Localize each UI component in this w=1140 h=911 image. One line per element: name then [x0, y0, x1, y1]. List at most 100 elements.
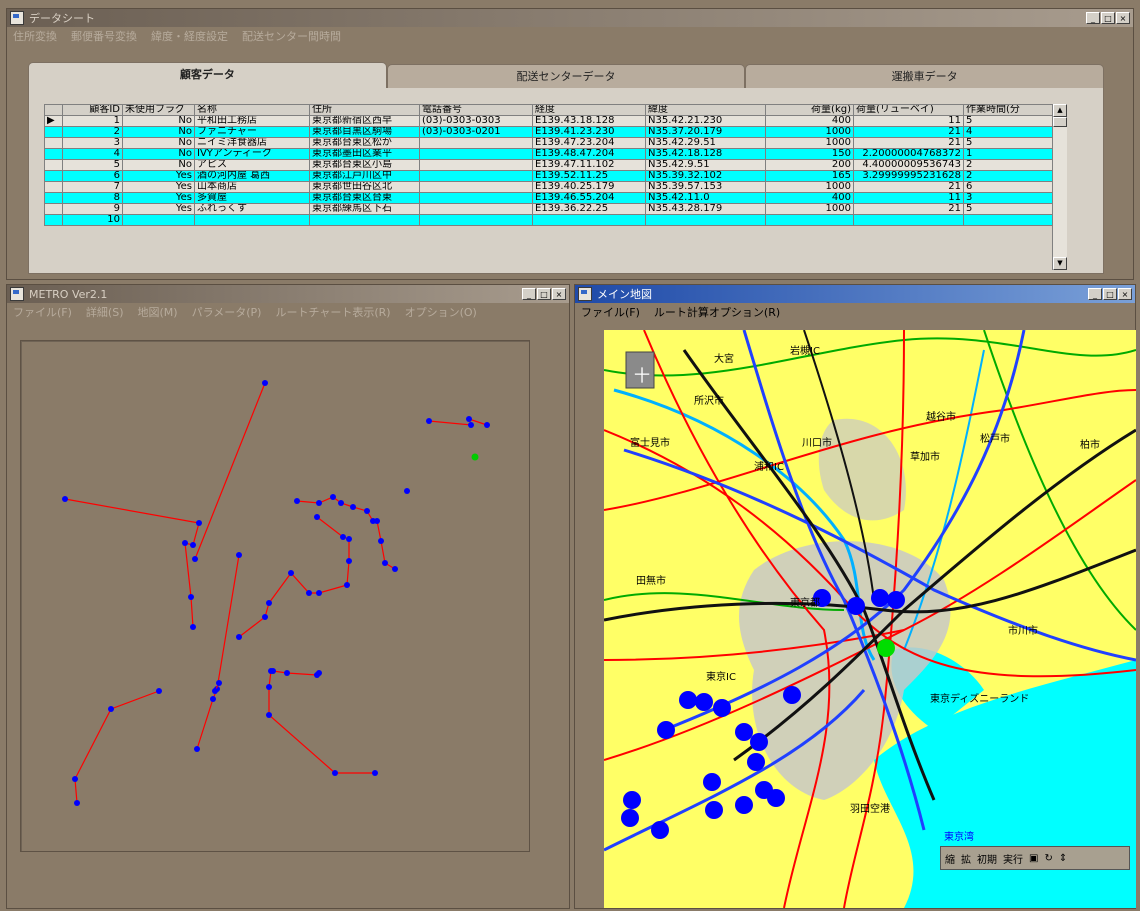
table-cell[interactable] — [419, 137, 533, 149]
current-row-indicator-icon[interactable]: ▶ — [44, 115, 63, 127]
execute-button[interactable]: 実行 — [1003, 851, 1023, 866]
row-selector[interactable] — [44, 137, 63, 149]
row-selector[interactable] — [44, 170, 63, 182]
table-cell[interactable]: 1000 — [765, 126, 854, 138]
table-cell[interactable] — [419, 203, 533, 215]
table-cell[interactable]: 11 — [853, 115, 964, 127]
menu-file[interactable]: ファイル(F) — [13, 304, 72, 320]
table-cell[interactable]: N35.42.29.51 — [645, 137, 766, 149]
table-cell[interactable]: No — [122, 159, 195, 171]
table-cell[interactable]: No — [122, 137, 195, 149]
table-cell[interactable] — [419, 192, 533, 204]
menu-latlon-set[interactable]: 緯度・経度設定 — [151, 28, 228, 44]
table-cell[interactable]: 3 — [963, 192, 1053, 204]
table-row[interactable]: 7 Yes 山本商店 東京都世田谷区北 E139.40.25.179 N35.39.57.… — [44, 181, 1053, 193]
table-cell[interactable]: ニイミ洋食器店 — [194, 137, 310, 149]
table-cell[interactable]: 2.20000004768372 — [853, 148, 964, 160]
menu-file[interactable]: ファイル(F) — [581, 304, 640, 320]
table-cell[interactable]: 200 — [765, 159, 854, 171]
table-cell[interactable]: 東京都新宿区西早 — [309, 115, 420, 127]
table-cell[interactable]: E139.47.23.204 — [532, 137, 646, 149]
table-row[interactable]: 6 Yes 酒の河内屋 葛西 東京都江戸川区中 E139.52.11.25 N35.39.… — [44, 170, 1053, 182]
row-selector[interactable] — [44, 148, 63, 160]
table-cell[interactable]: N35.42.9.51 — [645, 159, 766, 171]
table-cell[interactable] — [419, 148, 533, 160]
column-header[interactable]: 荷量(リューベイ) — [853, 104, 964, 116]
column-header[interactable]: 緯度 — [645, 104, 766, 116]
table-cell[interactable]: 10 — [62, 214, 123, 226]
refresh-icon[interactable]: ↻ — [1044, 853, 1052, 864]
table-cell[interactable]: 東京都台東区台東 — [309, 192, 420, 204]
maximize-button[interactable]: □ — [537, 288, 551, 300]
table-cell[interactable]: 400 — [765, 115, 854, 127]
table-cell[interactable]: 東京都目黒区駒場 — [309, 126, 420, 138]
table-row[interactable]: 4 No IVYアンティーク 東京都墨田区業平 E139.48.47.204 N35.42… — [44, 148, 1053, 160]
table-cell[interactable]: 3.29999995231628 — [853, 170, 964, 182]
table-cell[interactable]: 東京都世田谷区北 — [309, 181, 420, 193]
minimize-button[interactable]: _ — [1088, 288, 1102, 300]
zoom-out-button[interactable]: 縮 — [945, 851, 955, 866]
table-cell[interactable] — [419, 170, 533, 182]
scroll-thumb[interactable] — [1053, 117, 1067, 127]
menu-zip-convert[interactable]: 郵便番号変換 — [71, 28, 137, 44]
table-row[interactable]: 10 — [44, 214, 1053, 226]
table-cell[interactable]: 5 — [62, 159, 123, 171]
table-cell[interactable]: 21 — [853, 137, 964, 149]
table-cell[interactable]: 2 — [62, 126, 123, 138]
table-cell[interactable]: No — [122, 148, 195, 160]
close-button[interactable]: × — [1118, 288, 1132, 300]
menu-route-calc-option[interactable]: ルート計算オプション(R) — [654, 304, 780, 320]
table-cell[interactable]: N35.39.32.102 — [645, 170, 766, 182]
table-cell[interactable] — [419, 181, 533, 193]
table-cell[interactable]: 2 — [963, 170, 1053, 182]
column-header[interactable]: 作業時間(分 — [963, 104, 1053, 116]
table-cell[interactable]: E139.48.47.204 — [532, 148, 646, 160]
tab-customer-data[interactable]: 顧客データ — [28, 62, 387, 89]
table-row[interactable]: 9 Yes ふれっくす 東京都練馬区下石 E139.36.22.25 N35.43.28.… — [44, 203, 1053, 215]
table-cell[interactable]: 5 — [963, 115, 1053, 127]
table-cell[interactable]: 21 — [853, 126, 964, 138]
table-cell[interactable]: 山本商店 — [194, 181, 310, 193]
menu-detail[interactable]: 詳細(S) — [86, 304, 124, 320]
table-cell[interactable]: 1000 — [765, 181, 854, 193]
table-cell[interactable]: 11 — [853, 192, 964, 204]
minimize-button[interactable]: _ — [1086, 12, 1100, 24]
table-cell[interactable]: 東京都台東区小島 — [309, 159, 420, 171]
zoom-in-button[interactable]: 拡 — [961, 851, 971, 866]
table-cell[interactable]: 酒の河内屋 葛西 — [194, 170, 310, 182]
table-scrollbar[interactable]: ▲ ▼ — [1052, 104, 1067, 270]
table-cell[interactable]: 400 — [765, 192, 854, 204]
table-cell[interactable]: Yes — [122, 170, 195, 182]
table-cell[interactable]: 5 — [963, 137, 1053, 149]
table-cell[interactable]: 東京都江戸川区中 — [309, 170, 420, 182]
menu-address-convert[interactable]: 住所変換 — [13, 28, 57, 44]
table-cell[interactable]: Yes — [122, 203, 195, 215]
reset-view-button[interactable]: 初期 — [977, 851, 997, 866]
scroll-arrows-icon[interactable]: ⇕ — [1059, 853, 1067, 864]
table-cell[interactable]: 多賀屋 — [194, 192, 310, 204]
table-cell[interactable]: 150 — [765, 148, 854, 160]
menu-map[interactable]: 地図(M) — [138, 304, 178, 320]
row-selector[interactable] — [44, 203, 63, 215]
row-selector[interactable] — [44, 192, 63, 204]
table-cell[interactable]: (03)-0303-0303 — [419, 115, 533, 127]
table-cell[interactable]: 1000 — [765, 137, 854, 149]
table-cell[interactable]: 9 — [62, 203, 123, 215]
table-cell[interactable]: 6 — [62, 170, 123, 182]
table-cell[interactable] — [419, 159, 533, 171]
table-cell[interactable]: Yes — [122, 181, 195, 193]
maximize-button[interactable]: □ — [1101, 12, 1115, 24]
table-cell[interactable]: 3 — [62, 137, 123, 149]
table-cell[interactable]: E139.52.11.25 — [532, 170, 646, 182]
tab-depot-data[interactable]: 配送センターデータ — [386, 64, 746, 89]
route-chart-titlebar[interactable]: METRO Ver2.1 _ □ × — [7, 285, 569, 303]
column-header[interactable]: 顧客ID — [62, 104, 123, 116]
table-cell[interactable]: E139.41.23.230 — [532, 126, 646, 138]
menu-route-chart[interactable]: ルートチャート表示(R) — [275, 304, 390, 320]
table-cell[interactable]: Yes — [122, 192, 195, 204]
column-header[interactable]: 名称 — [194, 104, 310, 116]
table-cell[interactable]: N35.37.20.179 — [645, 126, 766, 138]
table-cell[interactable]: 4 — [62, 148, 123, 160]
column-header[interactable]: 電話番号 — [419, 104, 533, 116]
main-map-titlebar[interactable]: メイン地図 _ □ × — [575, 285, 1135, 303]
